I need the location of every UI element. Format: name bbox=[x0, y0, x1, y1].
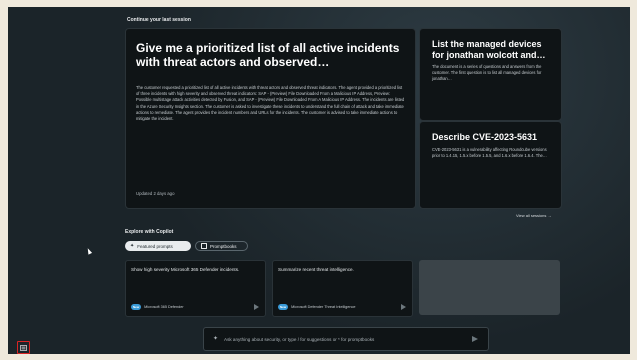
featured-session-summary: The customer requested a prioritized lis… bbox=[136, 85, 405, 122]
app-window: Continue your last session Give me a pri… bbox=[8, 7, 630, 354]
session-title: List the managed devices for jonathan wo… bbox=[432, 39, 546, 60]
prompt-source: Microsoft Defender Threat Intelligence bbox=[291, 305, 356, 309]
new-badge: New bbox=[131, 304, 142, 310]
prompt-card[interactable]: Summarize recent threat intelligence. Ne… bbox=[272, 260, 413, 317]
prompt-card[interactable]: Show high severity Microsoft 365 Defende… bbox=[125, 260, 266, 317]
featured-session-title: Give me a prioritized list of all active… bbox=[136, 41, 400, 69]
prompt-footer: New Microsoft 365 Defender bbox=[131, 303, 259, 311]
session-card-cve[interactable]: Describe CVE-2023-5631 CVE-2023-5631 is … bbox=[419, 121, 562, 209]
tab-label: Featured prompts bbox=[137, 243, 173, 249]
prompt-card-placeholder bbox=[419, 260, 560, 315]
view-all-sessions-link[interactable]: View all sessions → bbox=[516, 213, 552, 218]
mouse-cursor bbox=[85, 247, 93, 255]
featured-session-card[interactable]: Give me a prioritized list of all active… bbox=[125, 28, 416, 209]
tab-label: Promptbooks bbox=[210, 243, 237, 249]
send-icon[interactable] bbox=[401, 304, 406, 310]
prompt-input[interactable] bbox=[224, 335, 454, 344]
session-summary: CVE-2023-5631 is a vulnerability affecti… bbox=[432, 147, 547, 159]
tab-featured-prompts[interactable]: ✦ Featured prompts bbox=[125, 241, 191, 251]
prompt-text: Summarize recent threat intelligence. bbox=[278, 267, 354, 272]
new-badge: New bbox=[278, 304, 289, 310]
sparkle-icon: ✦ bbox=[130, 243, 135, 249]
session-title: Describe CVE-2023-5631 bbox=[432, 132, 538, 142]
prompt-footer: New Microsoft Defender Threat Intelligen… bbox=[278, 303, 406, 311]
tab-promptbooks[interactable]: Promptbooks bbox=[195, 241, 248, 251]
send-icon[interactable] bbox=[472, 336, 478, 342]
menu-icon bbox=[20, 344, 27, 351]
prompt-source: Microsoft 365 Defender bbox=[144, 305, 184, 309]
send-icon[interactable] bbox=[254, 304, 259, 310]
prompt-text: Show high severity Microsoft 365 Defende… bbox=[131, 267, 240, 272]
explore-section-title: Explore with Copilot bbox=[125, 229, 174, 235]
session-summary: The document is a series of questions an… bbox=[432, 64, 542, 82]
continue-section-title: Continue your last session bbox=[127, 17, 191, 23]
session-card-managed-devices[interactable]: List the managed devices for jonathan wo… bbox=[419, 28, 562, 121]
book-icon bbox=[201, 243, 207, 249]
sparkle-icon: ✦ bbox=[213, 336, 219, 342]
prompt-bar: ✦ bbox=[203, 327, 489, 351]
featured-session-updated: Updated 2 days ago bbox=[136, 191, 175, 196]
menu-button[interactable] bbox=[17, 341, 30, 354]
